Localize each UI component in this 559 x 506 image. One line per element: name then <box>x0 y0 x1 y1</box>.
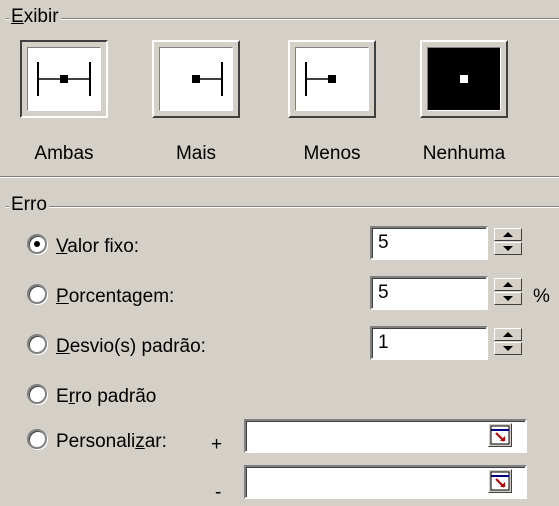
custom-radio[interactable] <box>27 429 47 449</box>
spin-up-button[interactable] <box>494 228 522 241</box>
custom-minus-sign: - <box>215 482 222 503</box>
custom-plus-sign: + <box>211 434 223 455</box>
style-none-label: Nenhuma <box>422 143 506 164</box>
range-select-icon[interactable] <box>488 423 512 447</box>
fixed-value-input[interactable]: 5 <box>370 226 488 260</box>
percentage-input[interactable]: 5 <box>370 276 488 310</box>
style-plus-button[interactable] <box>152 40 240 118</box>
fixed-value-label[interactable]: Valor fixo: <box>56 236 139 258</box>
range-select-icon[interactable] <box>488 469 512 493</box>
display-group-bottom-border <box>0 176 559 178</box>
custom-plus-input[interactable] <box>244 419 527 453</box>
error-group-title: Erro <box>9 194 49 216</box>
percentage-spinner[interactable] <box>494 276 524 306</box>
percent-symbol: % <box>533 286 550 307</box>
fixed-value-spinner[interactable] <box>494 226 524 256</box>
custom-minus-input[interactable] <box>244 465 527 499</box>
spin-up-button[interactable] <box>494 328 522 341</box>
display-group-border <box>6 18 559 20</box>
spin-up-button[interactable] <box>494 278 522 291</box>
fixed-value-radio[interactable] <box>27 234 47 254</box>
style-both-icon <box>27 47 101 111</box>
radio-selected-dot <box>34 241 40 247</box>
style-both-label: Ambas <box>34 143 94 164</box>
std-error-label[interactable]: Erro padrão <box>56 386 156 408</box>
spin-down-button[interactable] <box>494 342 522 355</box>
custom-label[interactable]: Personalizar: <box>56 431 167 453</box>
std-dev-input[interactable]: 1 <box>370 326 488 360</box>
style-minus-label: Menos <box>303 143 361 164</box>
spin-down-button[interactable] <box>494 292 522 305</box>
std-dev-radio[interactable] <box>27 334 47 354</box>
percentage-radio[interactable] <box>27 284 47 304</box>
style-plus-icon <box>159 47 233 111</box>
std-error-radio[interactable] <box>27 384 47 404</box>
percentage-label[interactable]: Porcentagem: <box>56 286 174 308</box>
spin-down-button[interactable] <box>494 242 522 255</box>
error-group-border <box>6 206 559 208</box>
style-both-button[interactable] <box>20 40 108 118</box>
style-minus-button[interactable] <box>288 40 376 118</box>
style-none-icon <box>427 47 501 111</box>
style-minus-icon <box>295 47 369 111</box>
style-plus-label: Mais <box>175 143 217 164</box>
std-dev-label[interactable]: Desvio(s) padrão: <box>56 336 206 358</box>
style-none-button[interactable] <box>420 40 508 118</box>
display-group-title: Exibir <box>9 6 61 28</box>
std-dev-spinner[interactable] <box>494 326 524 356</box>
